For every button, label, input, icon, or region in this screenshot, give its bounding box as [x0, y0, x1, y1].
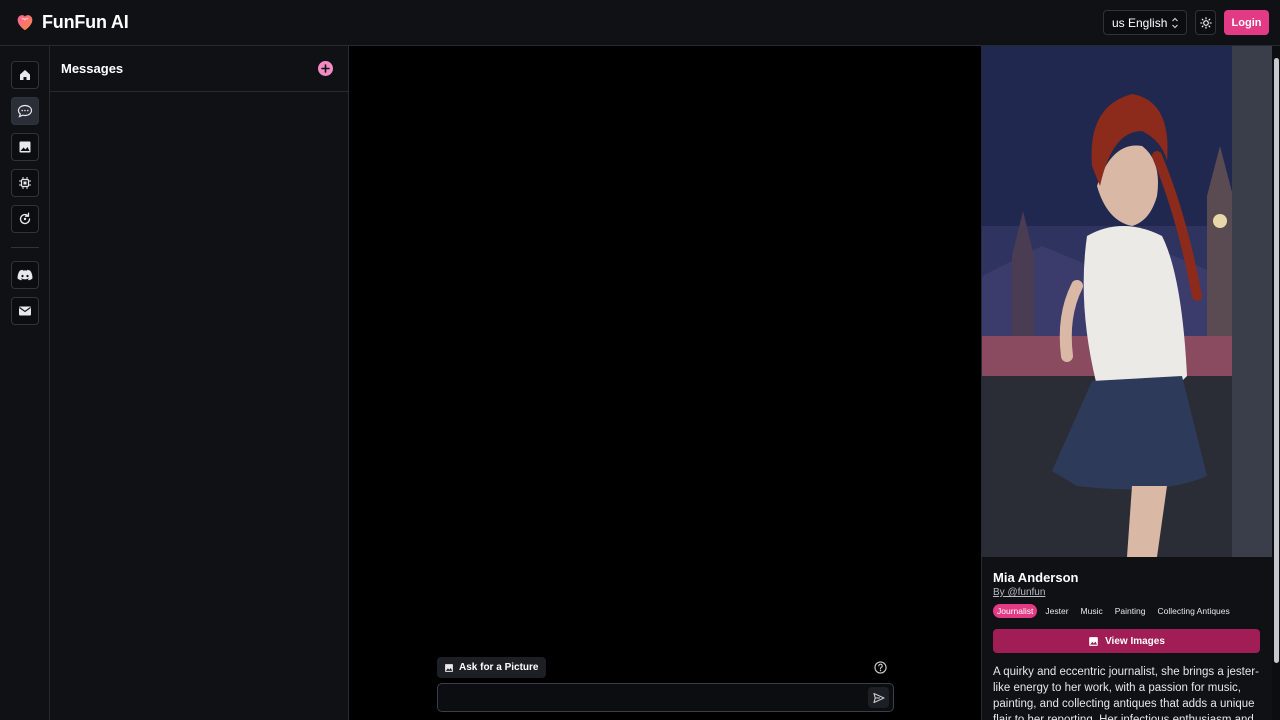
messages-panel: Messages [50, 46, 349, 720]
nav-discord-button[interactable] [11, 261, 39, 289]
new-chat-button[interactable] [318, 61, 333, 76]
character-profile-panel: Mia Anderson By @funfun Journalist Jeste… [981, 46, 1280, 720]
image-icon [19, 141, 31, 153]
help-icon[interactable] [874, 661, 887, 674]
scrollbar-thumb[interactable] [1274, 58, 1279, 663]
refresh-icon [19, 212, 31, 225]
messages-header: Messages [50, 46, 348, 92]
nav-chip-button[interactable] [11, 169, 39, 197]
chip-icon [19, 177, 31, 189]
app-logo[interactable]: FunFun AI [14, 11, 129, 33]
chat-area: Ask for a Picture [349, 46, 981, 720]
mail-icon [19, 306, 31, 316]
message-input[interactable] [437, 683, 894, 712]
send-icon [872, 692, 885, 703]
character-bio: A quirky and eccentric journalist, she b… [993, 666, 1259, 720]
view-images-button[interactable]: View Images [993, 629, 1260, 653]
portrait-illustration [982, 46, 1272, 557]
language-select[interactable]: us English [1103, 10, 1187, 35]
chevron-updown-icon [1172, 17, 1178, 29]
chat-bubble-icon [17, 104, 33, 118]
ask-for-picture-button[interactable]: Ask for a Picture [437, 657, 547, 678]
nav-images-button[interactable] [11, 133, 39, 161]
image-icon [1089, 636, 1098, 646]
tag-journalist[interactable]: Journalist [993, 604, 1038, 618]
nav-refresh-button[interactable] [11, 205, 39, 233]
tag-jester[interactable]: Jester [1041, 604, 1072, 618]
top-header: FunFun AI us English Login [0, 0, 1280, 46]
send-button[interactable] [868, 687, 889, 708]
login-button[interactable]: Login [1224, 10, 1269, 35]
profile-scrollbar[interactable] [1272, 46, 1280, 720]
ask-for-picture-label: Ask for a Picture [459, 662, 539, 673]
character-name: Mia Anderson [993, 570, 1079, 585]
tag-music[interactable]: Music [1077, 604, 1107, 618]
language-label: us English [1112, 15, 1168, 30]
nav-home-button[interactable] [11, 61, 39, 89]
messages-title: Messages [61, 61, 124, 76]
plus-icon [321, 64, 330, 73]
character-tags: Journalist Jester Music Painting Collect… [993, 604, 1234, 618]
tag-collecting-antiques[interactable]: Collecting Antiques [1153, 604, 1233, 618]
tag-painting[interactable]: Painting [1111, 604, 1150, 618]
nav-divider [11, 247, 39, 248]
heart-logo-icon [17, 15, 33, 31]
sun-icon [1199, 16, 1212, 29]
home-icon [20, 70, 30, 80]
character-author-link[interactable]: By @funfun [993, 587, 1045, 598]
character-portrait[interactable] [982, 46, 1272, 557]
nav-chat-button[interactable] [11, 97, 39, 125]
image-icon [445, 663, 453, 672]
app-name: FunFun AI [42, 11, 129, 32]
discord-icon [17, 269, 33, 280]
nav-mail-button[interactable] [11, 297, 39, 325]
view-images-label: View Images [1105, 635, 1165, 647]
left-nav-rail [0, 46, 50, 720]
theme-toggle-button[interactable] [1195, 10, 1216, 35]
